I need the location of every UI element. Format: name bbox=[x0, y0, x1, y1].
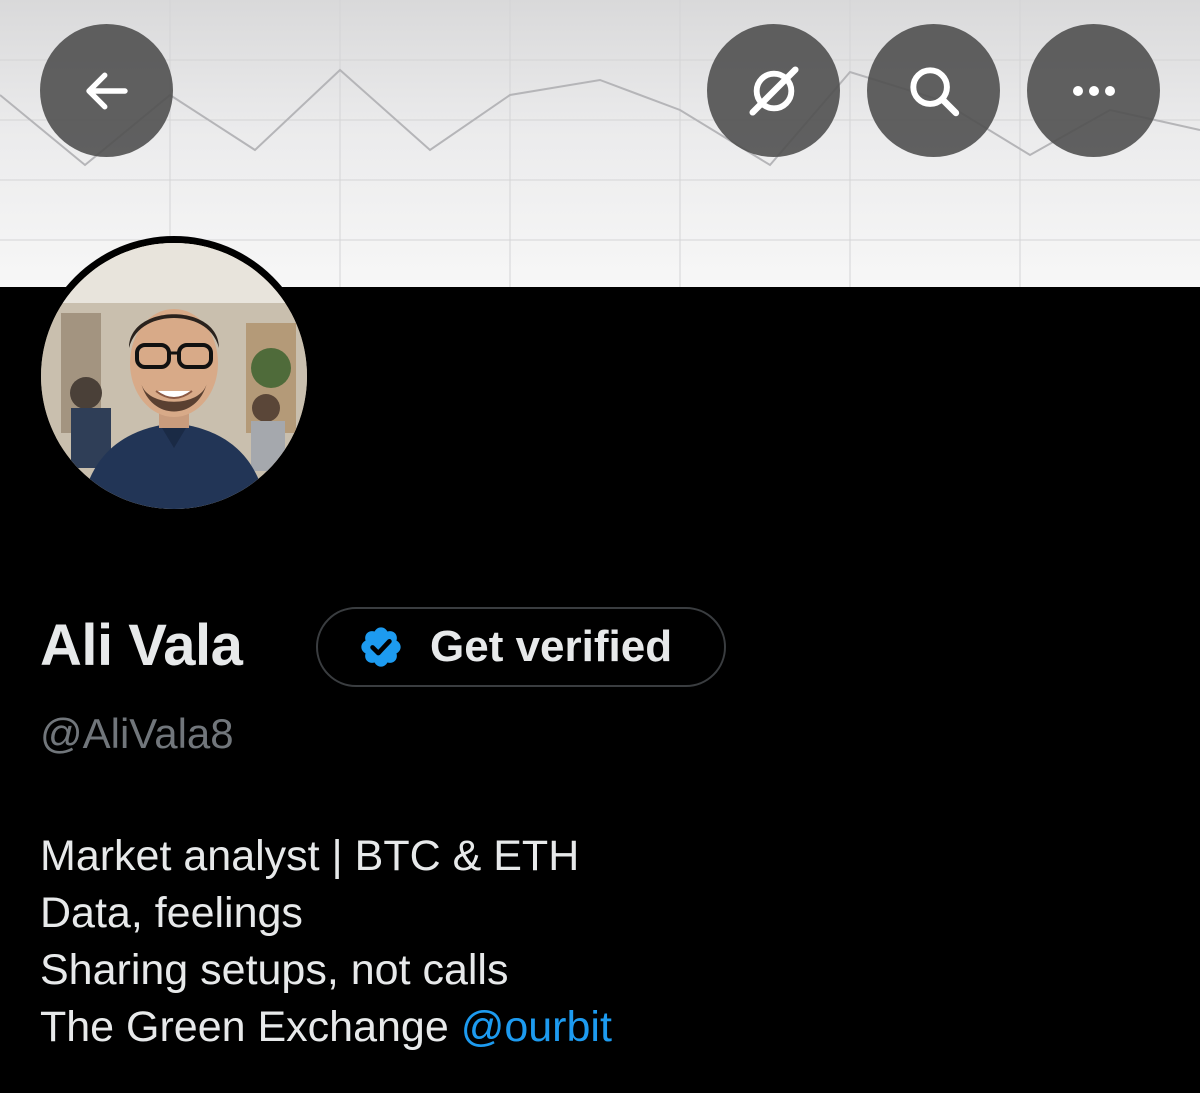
mention-link-ourbit[interactable]: @ourbit bbox=[461, 1003, 612, 1051]
display-name: Ali Vala bbox=[40, 613, 243, 678]
get-verified-label: Get verified bbox=[430, 622, 673, 671]
grok-icon bbox=[748, 65, 799, 116]
profile-handle: @AliVala8 bbox=[40, 710, 234, 757]
avatar[interactable] bbox=[41, 243, 307, 509]
bio-line-4: The Green Exchange @ourbit bbox=[40, 999, 612, 1056]
search-button[interactable] bbox=[867, 24, 1000, 157]
bio-line-4-text: The Green Exchange bbox=[40, 1003, 461, 1051]
profile-bio: Market analyst | BTC & ETH Data, feeling… bbox=[40, 828, 612, 1056]
more-options-button[interactable] bbox=[1027, 24, 1160, 157]
back-button[interactable] bbox=[40, 24, 173, 157]
bio-line-2: Data, feelings bbox=[40, 889, 303, 937]
avatar-photo bbox=[41, 243, 307, 509]
arrow-left-icon bbox=[85, 72, 128, 109]
get-verified-button[interactable]: Get verified bbox=[316, 607, 726, 687]
more-horizontal-icon bbox=[1072, 85, 1115, 96]
bio-line-3: Sharing setups, not calls bbox=[40, 946, 509, 994]
search-icon bbox=[909, 66, 959, 116]
verified-badge-icon bbox=[361, 627, 401, 667]
bio-line-1: Market analyst | BTC & ETH bbox=[40, 832, 580, 880]
grok-button[interactable] bbox=[707, 24, 840, 157]
